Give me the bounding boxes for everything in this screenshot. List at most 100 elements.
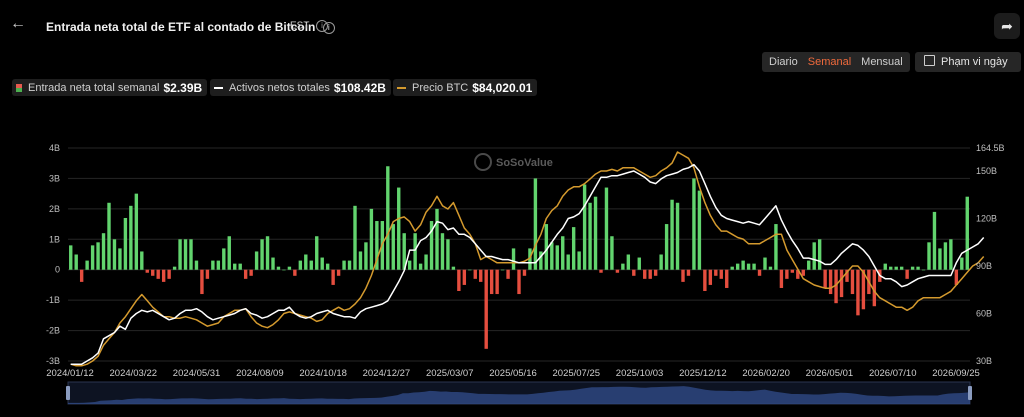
inflow-bar [364, 242, 368, 270]
inflow-bar [588, 202, 592, 270]
inflow-bar [309, 260, 313, 270]
inflow-bar [550, 242, 554, 270]
inflow-bar [271, 257, 275, 270]
grid-lines [68, 147, 970, 362]
inflow-bar [418, 263, 423, 270]
inflow-bar [577, 251, 581, 270]
inflow-bar [413, 233, 417, 270]
inflow-bar [123, 217, 128, 270]
y-left-tick: 4B [49, 143, 60, 153]
y-right-tick: 150B [976, 166, 997, 176]
inflow-bar [774, 224, 778, 270]
inflow-bar [331, 269, 335, 285]
inflow-bar [675, 202, 680, 270]
range-navigator [66, 381, 972, 405]
inflow-bar [293, 269, 297, 276]
navigator-left-handle[interactable] [66, 386, 70, 400]
inflow-bar [172, 266, 177, 270]
inflow-bar [812, 242, 816, 270]
y-right-tick: 60B [976, 308, 992, 318]
inflow-bar [735, 263, 740, 270]
y-axis-right: 164.5B 150B 120B 90B 60B 30B [976, 143, 1005, 366]
net-assets-line [70, 163, 985, 365]
inflow-bar [746, 263, 751, 270]
inflow-bar [189, 239, 193, 270]
inflow-bar [298, 260, 303, 270]
x-tick-label: 2024/12/27 [363, 368, 411, 379]
btc-price-line [70, 151, 985, 367]
inflow-bar [391, 224, 395, 270]
watermark-logo-icon [474, 153, 492, 171]
inflow-bar [779, 269, 784, 288]
inflow-bar [407, 260, 412, 270]
inflow-bar [615, 269, 620, 273]
inflow-bar [604, 187, 609, 270]
inflow-bar [336, 269, 341, 276]
inflow-bar [637, 257, 641, 270]
inflow-bar [938, 248, 942, 270]
inflow-bar [96, 242, 100, 270]
inflow-bar [118, 248, 122, 270]
inflow-bar [741, 260, 745, 270]
inflow-bar [932, 211, 937, 270]
inflow-bar [500, 269, 505, 271]
inflow-bar [451, 266, 456, 270]
inflow-bar [692, 178, 696, 270]
inflow-bar [943, 242, 948, 270]
inflow-bar [839, 269, 844, 298]
inflow-bar [643, 269, 647, 279]
x-tick-label: 2025/03/07 [426, 368, 474, 379]
y-right-tick: 90B [976, 261, 992, 271]
inflow-bar [249, 269, 253, 276]
y-left-tick: -1B [46, 295, 60, 305]
inflow-bar [517, 269, 521, 295]
inflow-bar [561, 236, 565, 270]
inflow-bar [807, 260, 811, 270]
y-left-tick: 3B [49, 173, 60, 183]
inflow-bar [785, 269, 789, 279]
inflow-bar [484, 269, 488, 349]
inflow-bar [260, 239, 264, 270]
inflow-bar [544, 224, 549, 270]
x-tick-label: 2026/07/10 [869, 368, 917, 379]
inflow-bar [211, 260, 215, 270]
x-axis: 2024/01/12 2024/03/22 2024/05/31 2024/08/09… [46, 368, 980, 379]
y-right-tick: 30B [976, 356, 992, 366]
inflow-bar [194, 260, 199, 270]
inflow-bar [757, 269, 762, 276]
inflow-bar [883, 263, 887, 270]
inflow-bar [320, 257, 324, 270]
inflow-bar [823, 269, 827, 288]
inflow-bar [533, 178, 538, 270]
inflow-bar [440, 233, 445, 270]
inflow-bar [353, 205, 357, 270]
inflow-bar [107, 202, 111, 270]
inflow-bars [69, 166, 969, 349]
inflow-bar [183, 239, 188, 270]
inflow-bar [599, 269, 603, 273]
inflow-bar [304, 254, 308, 270]
inflow-bar [265, 236, 270, 270]
inflow-bar [714, 269, 718, 276]
inflow-bar [571, 227, 576, 270]
etf-flow-chart: SoSoValue 4B3B2B1B0-1B-2B-3B 164.5B150B1… [46, 143, 1005, 405]
inflow-bar [889, 266, 893, 270]
inflow-bar [276, 266, 281, 270]
watermark: SoSoValue [474, 153, 553, 171]
inflow-bar [670, 199, 674, 270]
inflow-bar [167, 269, 171, 279]
inflow-bar [446, 239, 450, 270]
watermark-text: SoSoValue [496, 157, 553, 169]
inflow-bar [653, 269, 658, 276]
inflow-bar [708, 269, 713, 285]
inflow-bar [828, 269, 833, 295]
navigator-right-handle[interactable] [968, 386, 972, 400]
inflow-bar [287, 266, 292, 270]
x-tick-label: 2026/05/01 [806, 368, 854, 379]
inflow-bar [347, 260, 352, 270]
inflow-bar [145, 269, 149, 273]
inflow-bar [899, 266, 904, 270]
inflow-bar [522, 269, 527, 276]
x-tick-label: 2025/10/03 [616, 368, 664, 379]
inflow-bar [254, 251, 259, 270]
